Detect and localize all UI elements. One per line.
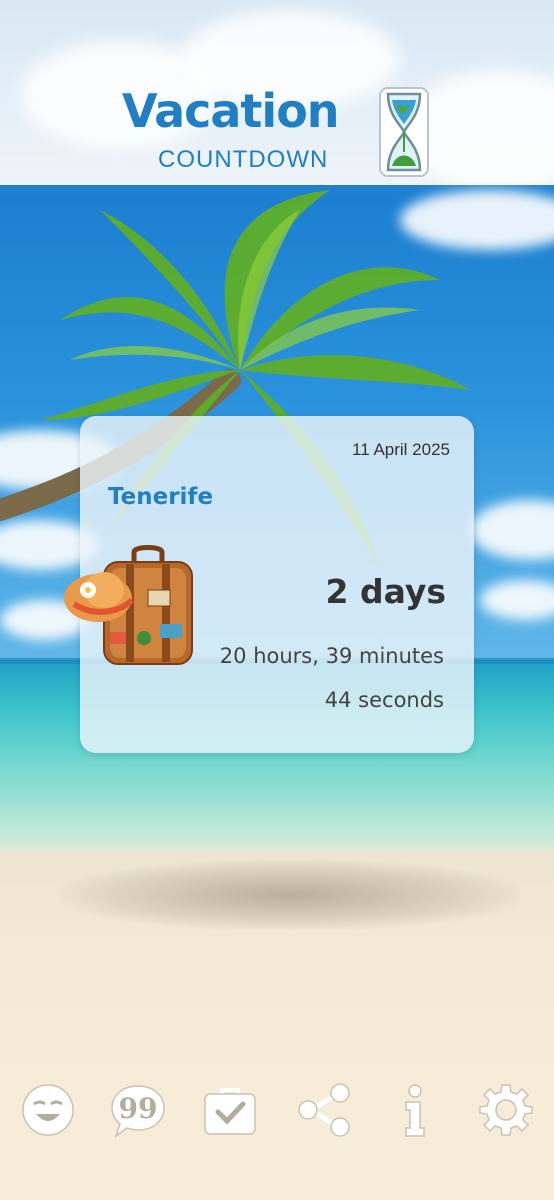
- destination-name: Tenerife: [108, 484, 214, 510]
- days-remaining: 2 days: [325, 572, 446, 611]
- seconds-remaining: 44 seconds: [324, 688, 444, 712]
- smiley-icon: [22, 1084, 74, 1136]
- bottom-toolbar: 99: [0, 1080, 554, 1146]
- hourglass-icon: [379, 87, 429, 177]
- palm-shadow: [60, 860, 520, 930]
- quote-bubble-icon: 99: [111, 1085, 165, 1138]
- svg-text:99: 99: [119, 1092, 158, 1125]
- settings-button[interactable]: [476, 1080, 536, 1140]
- quote-button[interactable]: 99: [108, 1080, 168, 1140]
- hours-minutes-remaining: 20 hours, 39 minutes: [219, 644, 444, 668]
- info-icon: [405, 1084, 425, 1137]
- info-button[interactable]: [384, 1080, 444, 1140]
- app-header: Vacation COUNTDOWN: [0, 0, 554, 185]
- countdown-card[interactable]: 11 April 2025 Tenerife 2 days 20 hours, …: [64, 416, 474, 753]
- share-button[interactable]: [294, 1080, 354, 1140]
- gear-icon: [479, 1084, 533, 1136]
- vacation-date: 11 April 2025: [352, 440, 450, 459]
- logo-title: Vacation: [122, 84, 340, 138]
- smiley-button[interactable]: [18, 1080, 78, 1140]
- share-icon: [298, 1083, 350, 1137]
- logo-subtitle: COUNTDOWN: [158, 146, 329, 173]
- checklist-suitcase-icon: [204, 1088, 256, 1135]
- checklist-button[interactable]: [200, 1080, 260, 1140]
- suitcase-icon: [64, 545, 193, 665]
